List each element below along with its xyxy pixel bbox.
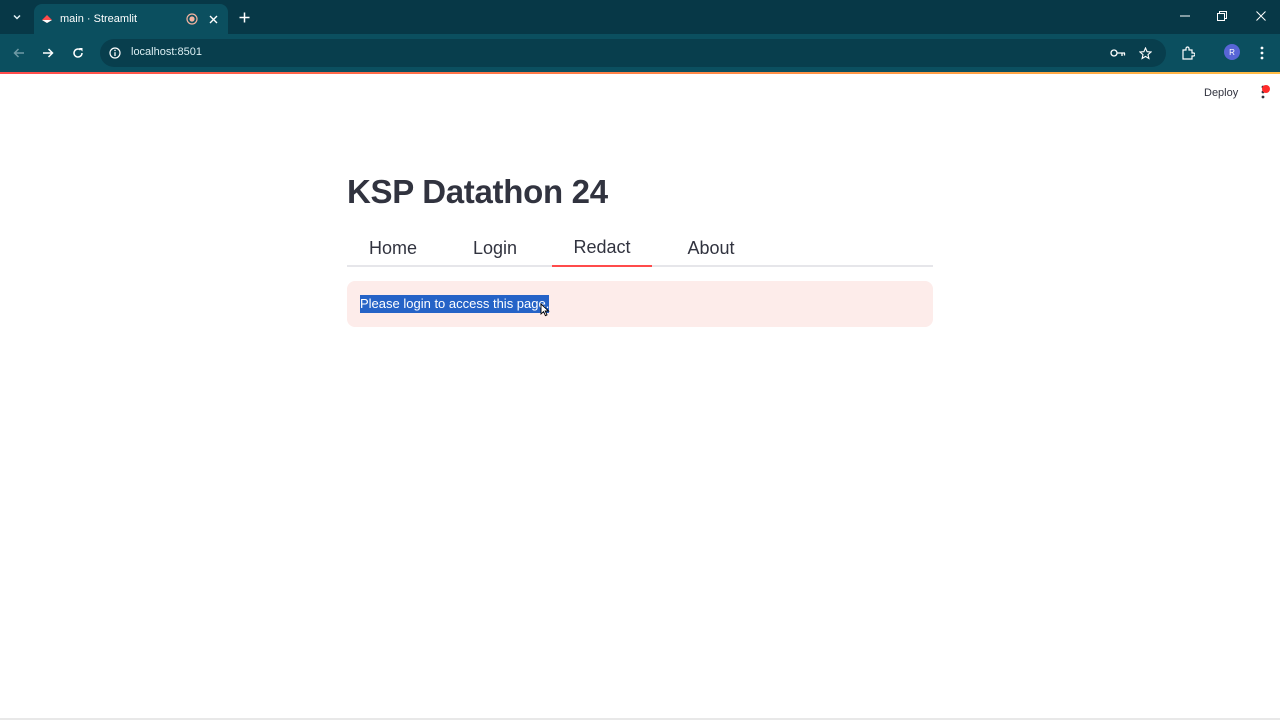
recording-indicator-icon xyxy=(186,13,198,25)
browser-tab[interactable]: main · Streamlit xyxy=(34,4,228,34)
browser-menu-icon[interactable] xyxy=(1253,44,1271,62)
deploy-button[interactable]: Deploy xyxy=(1196,85,1246,101)
close-tab-icon[interactable] xyxy=(206,12,220,26)
running-status-icon xyxy=(1262,85,1270,93)
tab-title: main · Streamlit xyxy=(60,13,138,25)
new-tab-icon[interactable] xyxy=(236,9,252,25)
main-content: KSP Datathon 24 Home Login Redact About … xyxy=(347,160,933,327)
url-text: localhost:8501 xyxy=(131,46,202,58)
extensions-icon[interactable] xyxy=(1179,44,1197,62)
streamlit-favicon-icon xyxy=(42,14,52,24)
mouse-cursor-icon xyxy=(540,303,550,317)
alert-message: Please login to access this page. xyxy=(360,295,550,313)
tab-list: Home Login Redact About xyxy=(347,229,933,267)
minimize-icon[interactable] xyxy=(1177,8,1193,24)
profile-avatar[interactable]: R xyxy=(1224,44,1240,60)
restore-icon[interactable] xyxy=(1214,8,1230,24)
tab-search-button[interactable] xyxy=(6,6,28,28)
site-info-icon[interactable] xyxy=(108,46,122,60)
forward-icon[interactable] xyxy=(39,44,57,62)
reload-icon[interactable] xyxy=(69,44,87,62)
bookmark-star-icon[interactable] xyxy=(1137,45,1153,61)
tab-home[interactable]: Home xyxy=(347,229,439,267)
tab-about[interactable]: About xyxy=(669,229,753,267)
close-window-icon[interactable] xyxy=(1253,8,1269,24)
page-title: KSP Datathon 24 xyxy=(347,173,608,210)
tab-login[interactable]: Login xyxy=(455,229,535,267)
browser-tab-bar: main · Streamlit xyxy=(0,0,1280,34)
address-bar[interactable]: localhost:8501 xyxy=(100,39,1166,67)
app-header: Deploy xyxy=(0,74,1280,114)
tab-redact[interactable]: Redact xyxy=(552,229,652,267)
browser-toolbar: localhost:8501 xyxy=(0,34,1280,72)
error-alert: Please login to access this page. xyxy=(347,281,933,327)
back-icon[interactable] xyxy=(10,44,28,62)
chevron-down-icon xyxy=(13,14,21,20)
password-key-icon[interactable] xyxy=(1110,45,1126,61)
